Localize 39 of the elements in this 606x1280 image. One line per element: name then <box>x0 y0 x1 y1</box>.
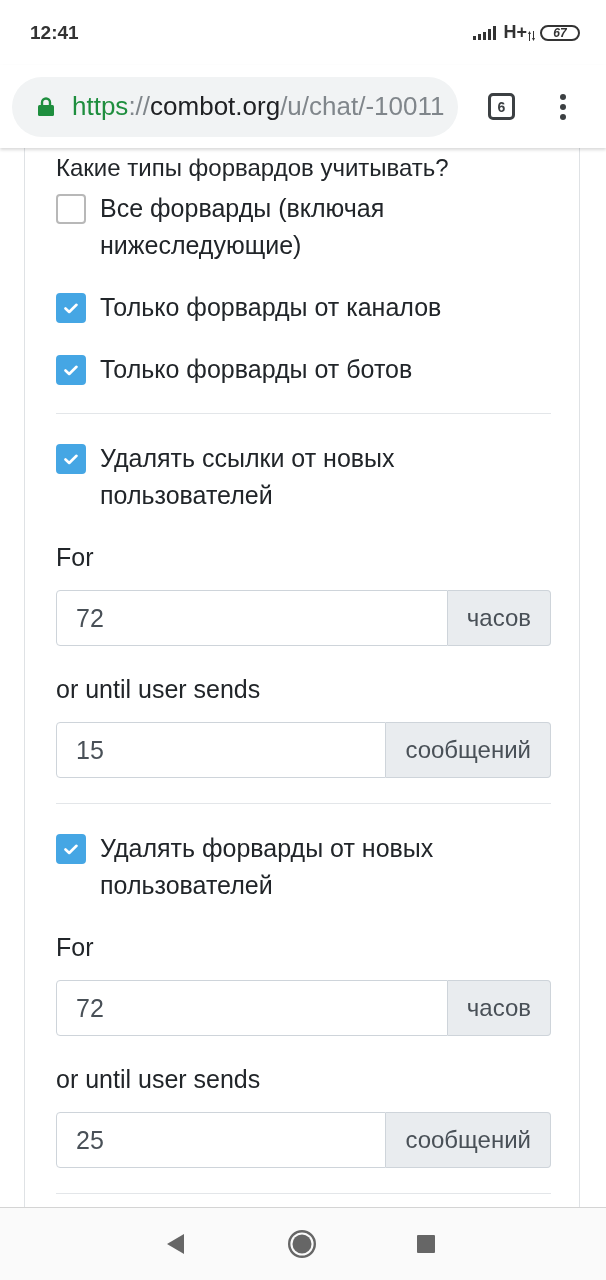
url-text[interactable]: https://combot.org/u/chat/-10011 <box>72 91 445 122</box>
field-label: or until user sends <box>56 674 262 705</box>
check-icon <box>64 364 78 376</box>
checkbox-label: Удалять ссылки от новых пользователей <box>100 443 396 511</box>
lock-icon[interactable] <box>38 97 54 116</box>
tab-count-button[interactable]: 6 <box>488 93 515 120</box>
address-bar[interactable]: https://combot.org/u/chat/-10011 <box>12 76 458 137</box>
signal-icon <box>473 25 497 40</box>
number-input[interactable]: 72 <box>56 980 448 1036</box>
checkbox[interactable] <box>56 293 86 323</box>
unit-addon: часов <box>447 980 551 1036</box>
field-label: For <box>56 542 95 573</box>
checkbox[interactable] <box>56 444 86 474</box>
status-time: 12:41 <box>30 21 79 44</box>
checkbox[interactable] <box>56 194 86 224</box>
back-icon[interactable] <box>167 1234 184 1254</box>
network-type: H+ <box>503 22 527 43</box>
checkbox[interactable] <box>56 355 86 385</box>
checkbox-label: Удалять форварды от новых пользователей <box>100 833 435 901</box>
number-input[interactable]: 25 <box>56 1112 387 1168</box>
checkbox[interactable] <box>56 834 86 864</box>
data-arrows-icon <box>528 30 535 41</box>
more-menu-icon[interactable] <box>560 93 566 120</box>
number-input[interactable]: 72 <box>56 590 448 646</box>
checkbox-label: Только форварды от каналов <box>100 292 442 323</box>
checkbox-label: Только форварды от ботов <box>100 354 413 385</box>
checkbox-label: Все форварды (включая нижеследующие) <box>100 193 386 261</box>
unit-addon: сообщений <box>386 1112 551 1168</box>
battery-indicator: 67 <box>540 24 580 41</box>
unit-addon: часов <box>447 590 551 646</box>
field-label: or until user sends <box>56 1064 262 1095</box>
number-input[interactable]: 15 <box>56 722 387 778</box>
check-icon <box>64 302 78 314</box>
home-icon[interactable] <box>288 1230 316 1258</box>
check-icon <box>64 453 78 465</box>
section-heading: Какие типы форвардов учитывать? <box>56 153 450 183</box>
field-label: For <box>56 932 95 963</box>
check-icon <box>64 843 78 855</box>
unit-addon: сообщений <box>386 722 551 778</box>
